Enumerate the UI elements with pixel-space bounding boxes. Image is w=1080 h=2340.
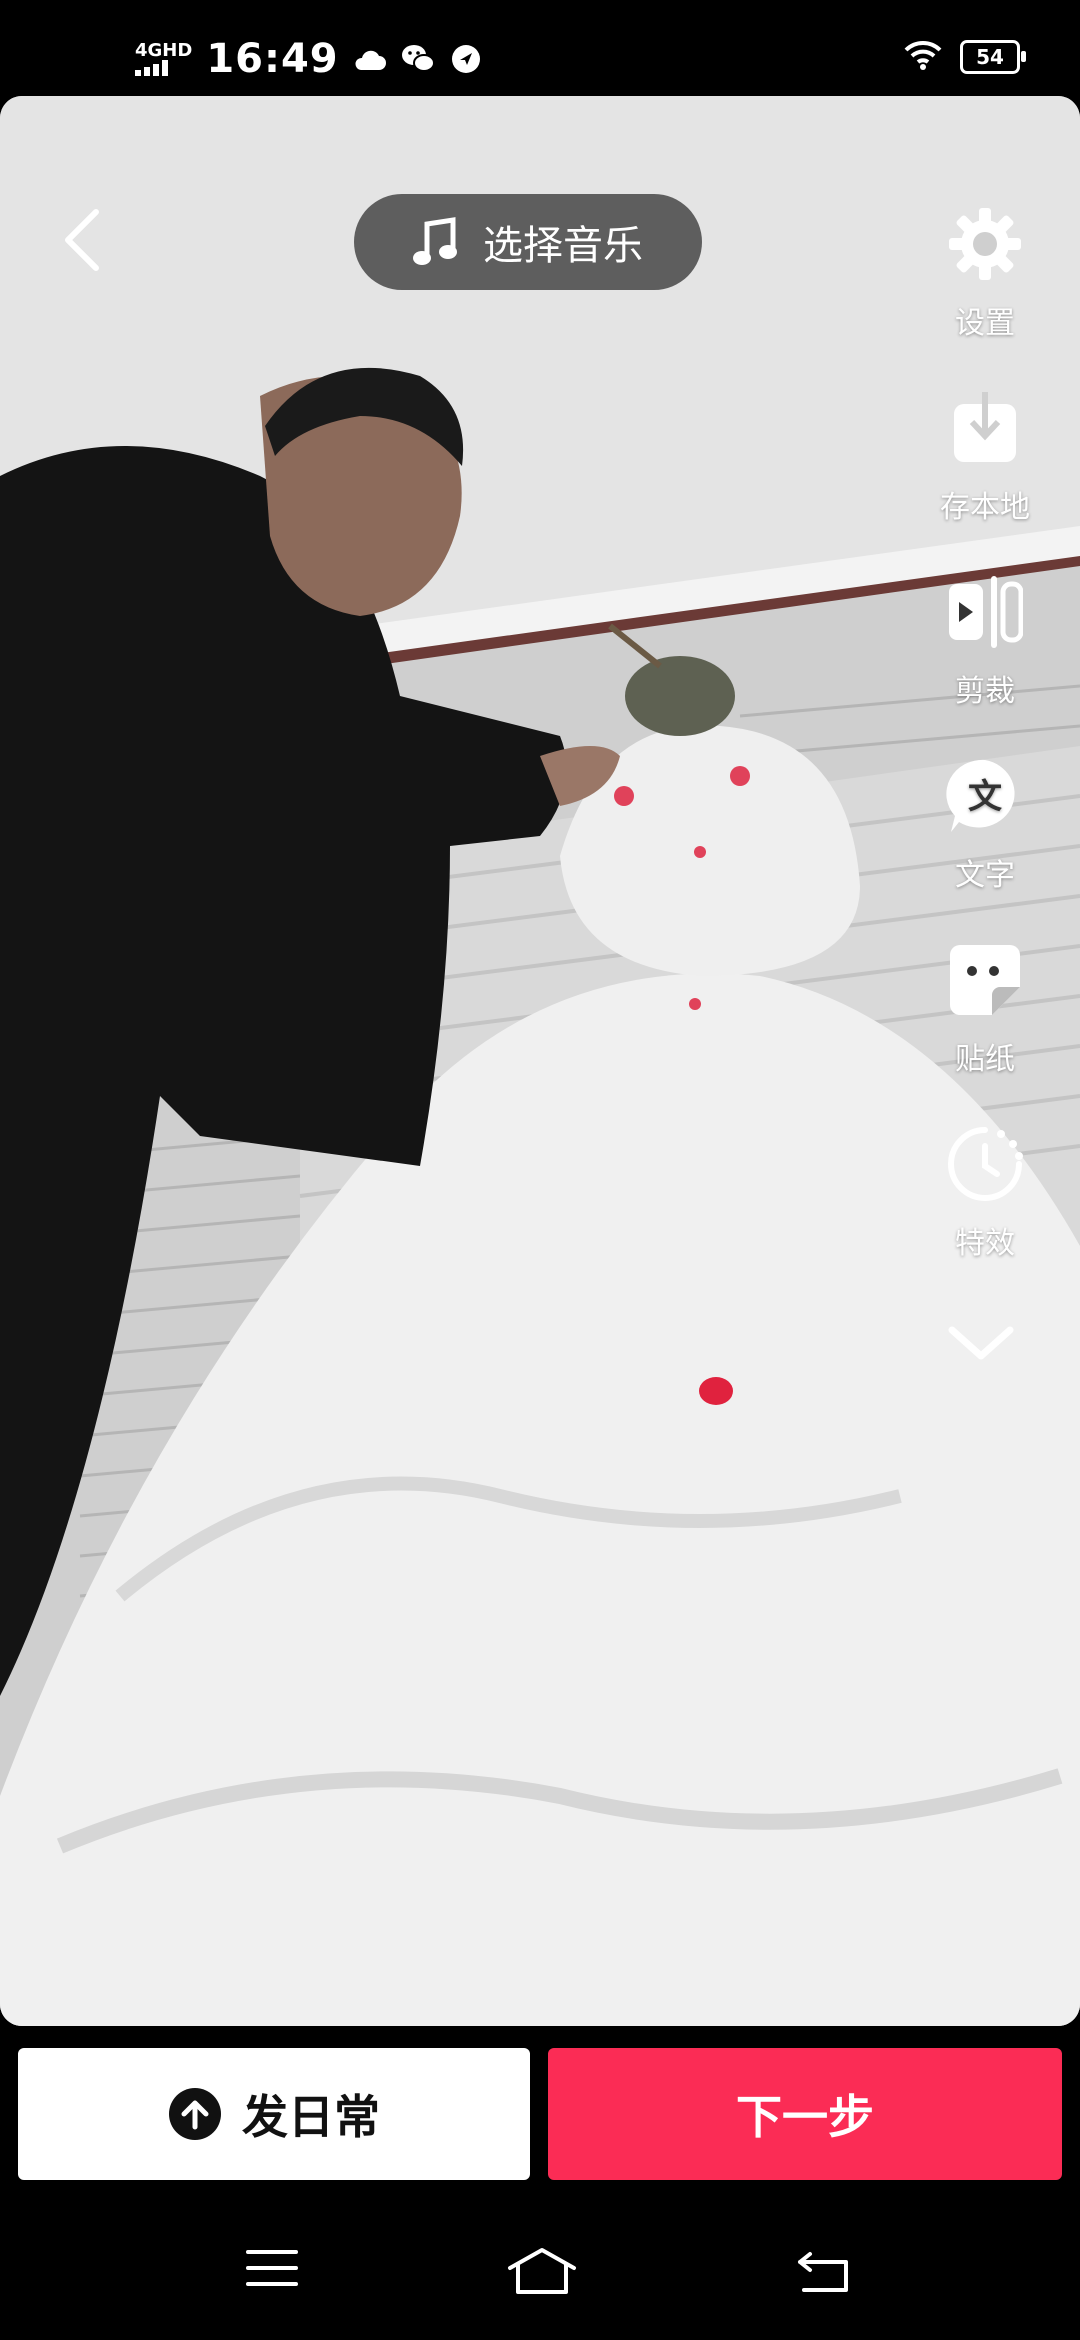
menu-icon [246,2250,298,2286]
cut-icon [941,568,1029,656]
tool-text-label: 文字 [955,858,1015,893]
tool-settings[interactable]: 设置 [920,200,1050,384]
home-nav-button[interactable] [506,2246,576,2306]
tool-save-local[interactable]: 存本地 [920,384,1050,568]
tool-effects[interactable]: 特效 [920,1120,1050,1304]
post-daily-label: 发日常 [242,2090,380,2144]
location-icon [449,42,483,76]
side-toolbar: 设置 存本地 剪裁 文 文字 贴纸 特效 [920,200,1050,1304]
download-icon [941,384,1029,472]
chevron-down-icon [948,1326,1014,1360]
select-music-button[interactable]: 选择音乐 [354,194,702,290]
gear-icon [941,200,1029,288]
tool-effects-label: 特效 [955,1226,1015,1261]
weather-icon [353,42,387,76]
next-step-label: 下一步 [736,2090,874,2144]
more-tools-button[interactable] [946,1318,1016,1368]
tool-cut[interactable]: 剪裁 [920,568,1050,752]
tool-save-local-label: 存本地 [940,490,1030,525]
battery-indicator: 54 [960,40,1026,74]
home-icon [508,2248,576,2294]
music-note-icon [413,217,457,265]
select-music-label: 选择音乐 [483,223,643,269]
media-preview[interactable]: 选择音乐 设置 存本地 剪裁 文 文字 贴纸 特效 [0,96,1080,2026]
sticker-icon [941,936,1029,1024]
tool-cut-label: 剪裁 [955,674,1015,709]
status-bar: 4GHD 16:49 54 [0,0,1080,96]
back-button[interactable] [52,200,112,280]
back-nav-button[interactable] [796,2246,866,2306]
wechat-icon [401,42,435,76]
post-daily-button[interactable]: 发日常 [18,2048,530,2180]
menu-nav-button[interactable] [244,2246,314,2306]
clock: 16:49 [206,36,339,82]
wifi-icon [904,40,942,74]
tool-sticker-label: 贴纸 [955,1042,1015,1077]
effects-icon [941,1120,1029,1208]
network-type: 4GHD [135,40,193,61]
signal-indicator: 4GHD [135,42,192,76]
system-nav-bar [0,2220,1080,2340]
chevron-left-icon [65,209,99,271]
tool-text[interactable]: 文 文字 [920,752,1050,936]
svg-text:文: 文 [968,777,1002,817]
next-step-button[interactable]: 下一步 [548,2048,1062,2180]
return-icon [798,2252,848,2292]
text-icon: 文 [941,752,1029,840]
upload-circle-icon [169,2088,221,2140]
tool-settings-label: 设置 [955,306,1015,341]
photo-scene [0,96,1080,2026]
tool-sticker[interactable]: 贴纸 [920,936,1050,1120]
